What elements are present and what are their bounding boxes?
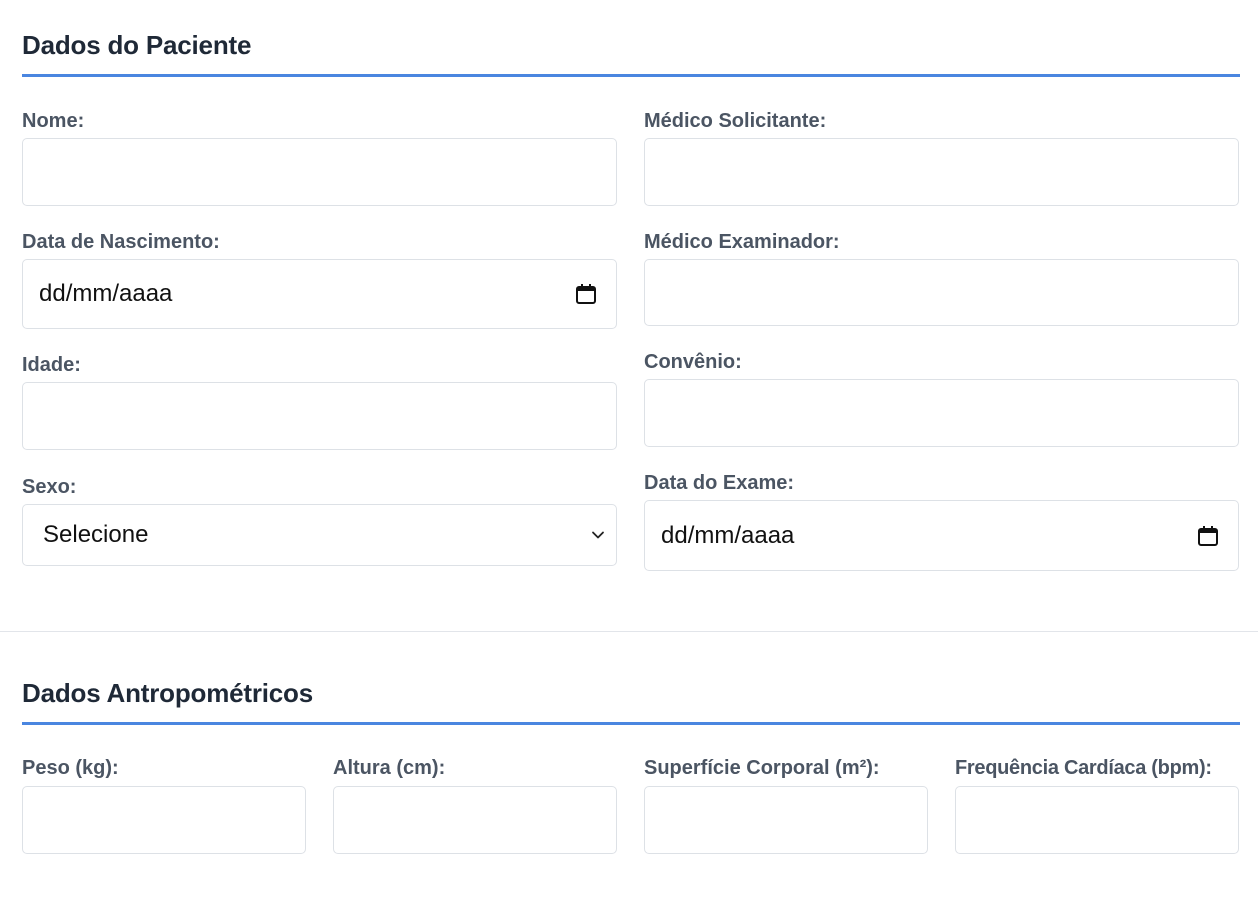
label-altura: Altura (cm): [333,757,446,779]
altura-input[interactable] [333,786,617,854]
data-nascimento-input[interactable]: dd/mm/aaaa [22,259,617,329]
label-peso: Peso (kg): [22,757,119,779]
convenio-input[interactable] [644,379,1239,447]
medico-solicitante-input[interactable] [644,138,1239,206]
section-title-patient: Dados do Paciente [22,30,252,60]
label-medico-examinador: Médico Examinador: [644,231,840,253]
section-divider [0,631,1258,632]
chevron-down-icon [586,523,610,547]
peso-input[interactable] [22,786,306,854]
label-data-nascimento: Data de Nascimento: [22,231,220,253]
data-nascimento-value: dd/mm/aaaa [39,280,173,307]
data-exame-input[interactable]: dd/mm/aaaa [644,500,1239,571]
sexo-select[interactable]: Selecione [22,504,617,566]
medico-examinador-input[interactable] [644,259,1239,326]
idade-input[interactable] [22,382,617,450]
label-nome: Nome: [22,110,85,132]
superficie-corporal-input[interactable] [644,786,928,854]
section-title-anthropometric: Dados Antropométricos [22,678,313,708]
label-data-exame: Data do Exame: [644,472,795,494]
label-convenio: Convênio: [644,351,742,373]
calendar-icon[interactable] [1196,524,1220,548]
section-title-underline [22,722,1240,725]
label-idade: Idade: [22,354,81,376]
label-superficie-corporal: Superfície Corporal (m²): [644,757,880,779]
sexo-selected-value: Selecione [43,521,149,548]
label-medico-solicitante: Médico Solicitante: [644,110,827,132]
data-exame-value: dd/mm/aaaa [661,521,795,549]
section-title-underline [22,74,1240,77]
label-sexo: Sexo: [22,476,77,498]
frequencia-cardiaca-input[interactable] [955,786,1239,854]
nome-input[interactable] [22,138,617,206]
label-frequencia-cardiaca: Frequência Cardíaca (bpm): [955,757,1212,779]
calendar-icon[interactable] [574,282,598,306]
